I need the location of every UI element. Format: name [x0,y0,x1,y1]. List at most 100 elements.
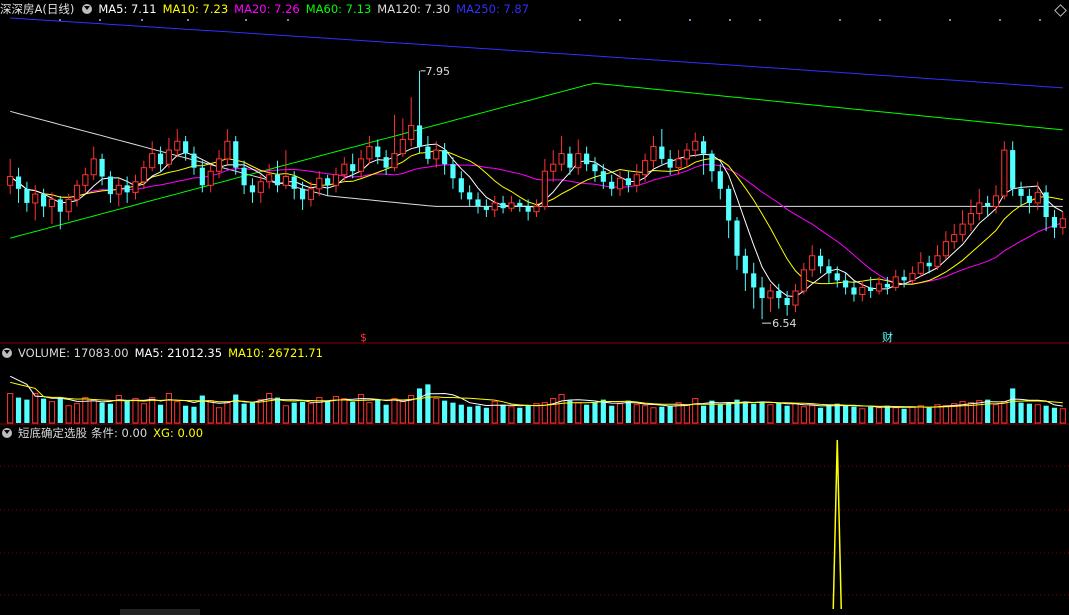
candle-body [1059,218,1066,229]
candle-body [266,174,273,183]
candle-body [399,139,406,155]
event-mark-s: $ [360,331,367,344]
volume-bar [834,403,840,423]
volume-bar [325,401,331,423]
candle-body [776,290,782,299]
volume-bar [274,397,281,423]
candle-body [892,276,899,288]
volume-bar [1018,402,1024,423]
volume-bar [124,400,130,423]
candle-body [600,171,606,182]
candle-body [709,153,715,172]
candle-body [759,287,765,299]
volume-bar [726,402,732,423]
volume-bar [717,404,723,423]
candle-body [817,255,824,267]
candle-body [149,153,156,169]
volume-bar [224,402,231,424]
volume-bar [433,398,440,424]
volume-bar [767,404,774,424]
candle-body [851,287,857,295]
volume-bar [458,404,464,423]
candle-body [525,206,531,212]
candle-body [667,158,673,168]
volume-bar [483,407,489,423]
candle-body [734,220,740,256]
marker-dot [729,19,731,21]
volume-bar [859,408,866,424]
candle-body [951,234,958,243]
volume-bar [533,403,540,424]
candle-body [533,205,540,213]
candle-body [692,140,699,151]
candle-body [115,184,122,195]
candle-body [792,290,799,306]
candle-body [24,188,30,203]
candle-body [165,149,172,165]
volume-bar [383,404,389,423]
candle-body [467,192,473,200]
volume-bar [467,406,473,423]
volume-bar [450,402,456,423]
volume-bar [976,400,983,424]
volume-bar [32,393,39,424]
candle-body [124,185,130,193]
volume-bar [683,404,690,424]
volume-bar [391,398,398,424]
candle-body [57,199,63,212]
ma20-line [9,164,1063,285]
volume-bar [165,393,172,424]
volume-bar [215,407,223,424]
volume-bar [759,401,765,423]
volume-bar [257,399,264,424]
candle-body [859,286,866,295]
candle-body [207,170,214,186]
candle-body [391,153,398,169]
volume-bar [375,399,381,423]
candle-body [1018,188,1024,196]
marker-dot [999,19,1001,21]
marker-dot [839,19,841,21]
volume-bar [909,406,916,424]
volume-bar [207,400,214,424]
candle-body [366,146,373,160]
volume-bar [792,403,799,424]
candle-body [357,158,365,172]
candle-body [174,140,181,151]
low-price-label: 6.54 [772,317,797,330]
volume-bar [366,402,373,424]
candle-body [416,125,423,147]
candle-body [458,178,464,193]
candle-body [917,262,924,274]
volume-bar [149,397,156,424]
candle-body [90,158,97,176]
candle-body [742,255,748,274]
marker-dot [759,19,761,21]
volume-bar [90,399,97,424]
candle-body [375,146,381,158]
candle-body [717,171,723,189]
candle-body [157,153,164,165]
volume-bar [341,398,348,424]
volume-bar [584,404,590,423]
volume-bar [843,405,849,423]
candle-body [959,223,966,236]
volume-bar [1010,388,1016,423]
volume-bar [926,407,932,423]
candle-body [41,194,47,207]
candle-body [215,158,223,172]
volume-bar [399,401,406,424]
bottom-axis-bar [120,609,200,615]
candle-body [508,202,515,209]
candle-body [483,206,489,210]
volume-bar [985,399,991,423]
volume-bar [416,388,423,423]
candle-body [884,283,890,288]
volume-bar [567,400,573,423]
candle-body [834,273,840,281]
volume-bar [500,404,506,423]
volume-bar [550,398,557,424]
candle-body [683,149,690,160]
volume-bar [784,405,790,423]
candle-body [491,202,498,211]
